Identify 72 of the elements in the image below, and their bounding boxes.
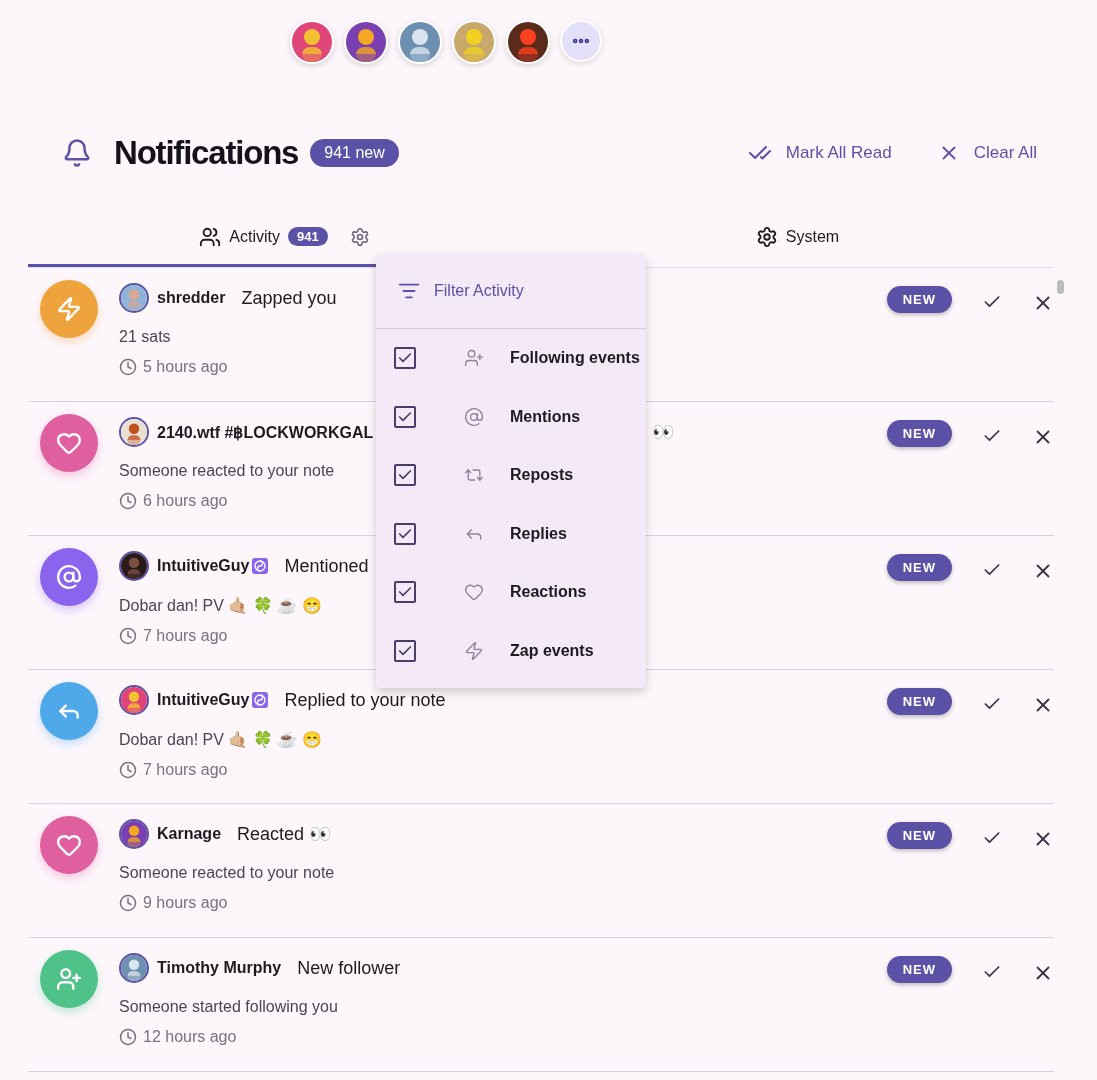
filter-option-label[interactable]: Reposts (510, 466, 574, 485)
tab[interactable]: System (541, 209, 1054, 267)
lightning-icon (464, 640, 484, 661)
clock-icon (119, 492, 137, 510)
heart-icon (56, 430, 82, 456)
verified-badge-icon (252, 692, 269, 708)
notification-action: Zapped you (241, 287, 337, 309)
clear-all-button[interactable]: Clear All (937, 142, 1037, 164)
notification-action: Replied to your note (284, 689, 446, 711)
notification-text: Dobar dan! PV 🤙🏼 🍀 ☕ 😁 (119, 730, 322, 749)
new-badge: NEW (886, 822, 952, 849)
new-badge: NEW (886, 956, 952, 983)
at-sign-icon (464, 406, 484, 427)
verified-badge-icon (252, 558, 269, 574)
mark-all-read-button[interactable]: Mark All Read (747, 141, 892, 165)
filter-option-label[interactable]: Mentions (510, 407, 581, 426)
filter-option-label[interactable]: Zap events (510, 641, 594, 660)
new-count-badge: 941 new (310, 139, 399, 167)
time-ago: 6 hours ago (143, 492, 228, 510)
checkbox[interactable] (394, 522, 416, 545)
lightning-icon (56, 296, 82, 322)
time-ago: 12 hours ago (143, 1028, 237, 1046)
user-name[interactable]: Karnage (157, 825, 222, 843)
clock-icon (119, 627, 137, 645)
bell-icon (62, 138, 92, 168)
new-badge: NEW (886, 688, 952, 715)
gear-icon (755, 225, 778, 248)
more-button[interactable] (560, 20, 602, 62)
new-badge: NEW (886, 554, 952, 581)
checkbox[interactable] (394, 639, 416, 662)
user-name[interactable]: IntuitiveGuy (157, 691, 250, 709)
new-badge: NEW (886, 286, 952, 313)
settings-icon[interactable] (349, 226, 370, 247)
filter-option-label[interactable]: Reactions (510, 583, 587, 602)
notification-text: Someone reacted to your note (119, 462, 335, 480)
heart-icon (464, 582, 484, 603)
heart-icon (56, 832, 82, 858)
at-sign-icon (56, 564, 82, 590)
clock-icon (119, 358, 137, 376)
tab-count-badge: 941 (288, 227, 328, 246)
menu-title: Filter Activity (434, 282, 524, 300)
user-name[interactable]: Timothy Murphy (157, 959, 282, 977)
checkbox[interactable] (394, 464, 416, 487)
time-ago: 9 hours ago (143, 894, 228, 912)
notification-text: Dobar dan! PV 🤙🏼 🍀 ☕ 😁 (119, 596, 322, 615)
filter-option-label[interactable]: Replies (510, 524, 567, 543)
user-name[interactable]: shredder (157, 289, 226, 307)
filter-option-label[interactable]: Following events (510, 349, 640, 368)
checkbox[interactable] (394, 405, 416, 428)
users-icon (199, 225, 222, 248)
notification-action: Reacted 👀 (237, 823, 332, 845)
notification-text: 21 sats (119, 328, 171, 346)
notification-text: Someone started following you (119, 998, 338, 1016)
clock-icon (119, 1028, 137, 1046)
clock-icon (119, 761, 137, 779)
time-ago: 5 hours ago (143, 358, 228, 376)
user-name[interactable]: IntuitiveGuy (157, 557, 250, 575)
notification-action: Mentioned (284, 555, 369, 577)
page-title: Notifications (114, 134, 299, 172)
time-ago: 7 hours ago (143, 627, 228, 645)
checkbox[interactable] (394, 347, 416, 370)
clock-icon (119, 894, 137, 912)
notification-action: New follower (297, 957, 401, 979)
scrollbar-thumb[interactable] (1057, 280, 1064, 294)
time-ago: 7 hours ago (143, 761, 228, 779)
notification-text: Someone reacted to your note (119, 864, 335, 882)
user-plus-icon (464, 348, 484, 369)
reaction-emoji: 👀 (652, 421, 674, 443)
new-badge: NEW (886, 420, 952, 447)
checkbox[interactable] (394, 581, 416, 604)
user-plus-icon (56, 966, 82, 992)
user-name[interactable]: 2140.wtf #฿LOCKWORKGAL (157, 422, 374, 442)
